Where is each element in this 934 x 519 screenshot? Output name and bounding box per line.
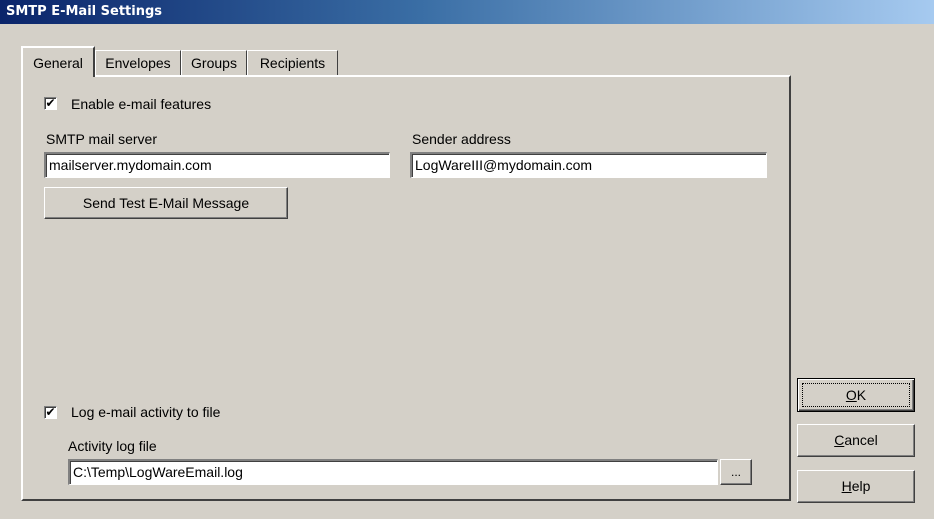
activity-log-file-input[interactable]: C:\Temp\LogWareEmail.log [68,459,718,485]
help-button[interactable]: Help [797,470,915,503]
tab-recipients[interactable]: Recipients [247,50,338,75]
ok-button[interactable]: OK [797,378,915,412]
title-bar[interactable]: SMTP E-Mail Settings [0,0,934,24]
help-label-rest: elp [851,478,871,494]
browse-log-file-button[interactable]: ... [720,459,752,485]
enable-email-checkbox[interactable]: ✔ [44,97,57,110]
general-tab-panel: ✔ Enable e-mail features SMTP mail serve… [21,75,791,501]
tab-groups-label: Groups [191,55,237,71]
cancel-button[interactable]: Cancel [797,424,915,457]
smtp-server-input[interactable]: mailserver.mydomain.com [44,152,390,178]
window-title: SMTP E-Mail Settings [6,4,163,19]
tab-recipients-label: Recipients [259,55,326,71]
sender-address-input[interactable]: LogWareIII@mydomain.com [410,152,767,178]
log-activity-checkbox[interactable]: ✔ [44,406,57,419]
log-activity-label: Log e-mail activity to file [71,404,221,420]
tab-general-label: General [33,55,83,71]
check-mark-icon: ✔ [45,96,56,110]
sender-address-label: Sender address [412,131,511,147]
focus-rectangle [802,383,910,407]
smtp-settings-dialog: SMTP E-Mail Settings General Envelopes G… [0,0,934,519]
cancel-label-rest: ancel [844,432,878,448]
tab-general[interactable]: General [21,46,95,77]
browse-ellipsis-label: ... [730,465,741,479]
send-test-email-button[interactable]: Send Test E-Mail Message [44,187,288,219]
check-mark-icon: ✔ [45,405,56,419]
tab-groups[interactable]: Groups [181,50,247,75]
cancel-mnemonic: C [834,432,845,448]
tab-envelopes-label: Envelopes [105,55,171,71]
help-mnemonic: H [841,478,852,494]
smtp-server-label: SMTP mail server [46,131,157,147]
enable-email-label: Enable e-mail features [71,96,212,112]
send-test-email-label: Send Test E-Mail Message [82,195,250,211]
tab-envelopes[interactable]: Envelopes [95,50,181,75]
activity-log-file-label: Activity log file [68,438,157,454]
